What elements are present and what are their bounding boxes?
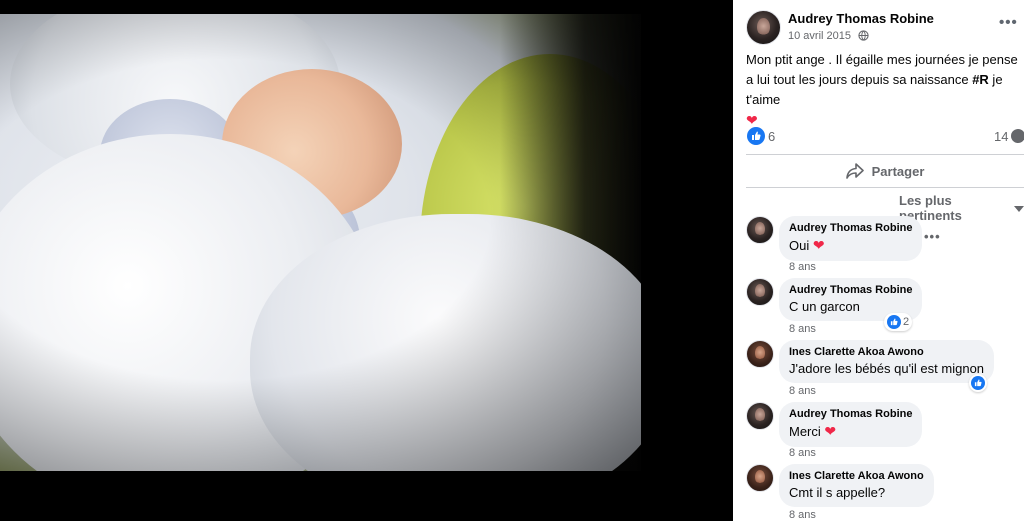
commenter-avatar[interactable] <box>746 278 774 306</box>
comment-bubble: Audrey Thomas Robine Oui ❤ <box>779 216 923 261</box>
commenter-avatar[interactable] <box>746 464 774 492</box>
commenter-avatar[interactable] <box>746 216 774 244</box>
commenter-name[interactable]: Ines Clarette Akoa Awono <box>789 470 924 482</box>
divider <box>746 187 1024 188</box>
post-photo[interactable] <box>0 14 641 471</box>
comment-text: C un garcon <box>789 299 860 314</box>
comment-reaction-badge[interactable]: 2 <box>884 313 913 331</box>
comment-text-body: Merci <box>789 424 821 439</box>
heart-emoji: ❤ <box>824 423 837 439</box>
comment-text-body: Oui <box>789 238 810 253</box>
comment-time[interactable]: 8 ans <box>789 509 816 521</box>
heart-emoji: ❤ <box>812 237 825 253</box>
post-hashtag[interactable]: #R <box>972 72 989 87</box>
comment-text: J'adore les bébés qu'il est mignon <box>789 361 985 376</box>
comment-bubble: Audrey Thomas Robine Merci ❤ <box>779 402 923 447</box>
comment-options-button[interactable]: ••• <box>924 229 941 244</box>
comment-time[interactable]: 8 ans <box>789 261 816 273</box>
post-date[interactable]: 10 avril 2015 <box>788 30 851 42</box>
comment-like-count: 2 <box>903 316 910 328</box>
comment-text: Cmt il s appelle? <box>789 485 886 500</box>
post-side-panel: Audrey Thomas Robine 10 avril 2015 ••• M… <box>733 0 1024 521</box>
comment-bubble: Ines Clarette Akoa Awono J'adore les béb… <box>779 340 995 383</box>
post-text: Mon ptit ange . Il égaille mes journées … <box>746 50 1024 131</box>
comment-sort-dropdown[interactable]: Les plus pertinents <box>899 193 1024 223</box>
share-label: Partager <box>871 163 925 179</box>
share-icon <box>845 163 864 179</box>
commenter-avatar[interactable] <box>746 402 774 430</box>
comment-reaction-badge[interactable] <box>969 374 987 392</box>
comment-bubble: Ines Clarette Akoa Awono Cmt il s appell… <box>779 464 934 507</box>
chevron-down-icon <box>1014 206 1024 212</box>
globe-icon <box>858 30 869 41</box>
photo-vignette <box>0 14 641 471</box>
comment-text: Oui ❤ <box>789 237 912 254</box>
commenter-name[interactable]: Audrey Thomas Robine <box>789 222 912 234</box>
heart-emoji: ❤ <box>746 112 758 128</box>
comment-time[interactable]: 8 ans <box>789 323 816 335</box>
commenter-avatar[interactable] <box>746 340 774 368</box>
like-icon <box>887 315 901 329</box>
comment-time[interactable]: 8 ans <box>789 385 816 397</box>
comment-text: Merci ❤ <box>789 423 912 440</box>
comment-count[interactable]: 14 <box>994 129 1008 144</box>
like-icon[interactable] <box>747 127 765 145</box>
comment-time[interactable]: 8 ans <box>789 447 816 459</box>
comment-icon[interactable] <box>1011 129 1024 143</box>
like-icon <box>971 376 985 390</box>
author-avatar[interactable] <box>746 10 781 45</box>
divider <box>746 154 1024 155</box>
commenter-name[interactable]: Audrey Thomas Robine <box>789 284 912 296</box>
like-count[interactable]: 6 <box>768 129 775 144</box>
share-button[interactable]: Partager <box>746 156 1024 186</box>
author-name[interactable]: Audrey Thomas Robine <box>788 11 934 26</box>
commenter-name[interactable]: Audrey Thomas Robine <box>789 408 912 420</box>
commenter-name[interactable]: Ines Clarette Akoa Awono <box>789 346 984 358</box>
post-options-button[interactable]: ••• <box>999 14 1018 31</box>
photo-viewer <box>0 0 733 521</box>
